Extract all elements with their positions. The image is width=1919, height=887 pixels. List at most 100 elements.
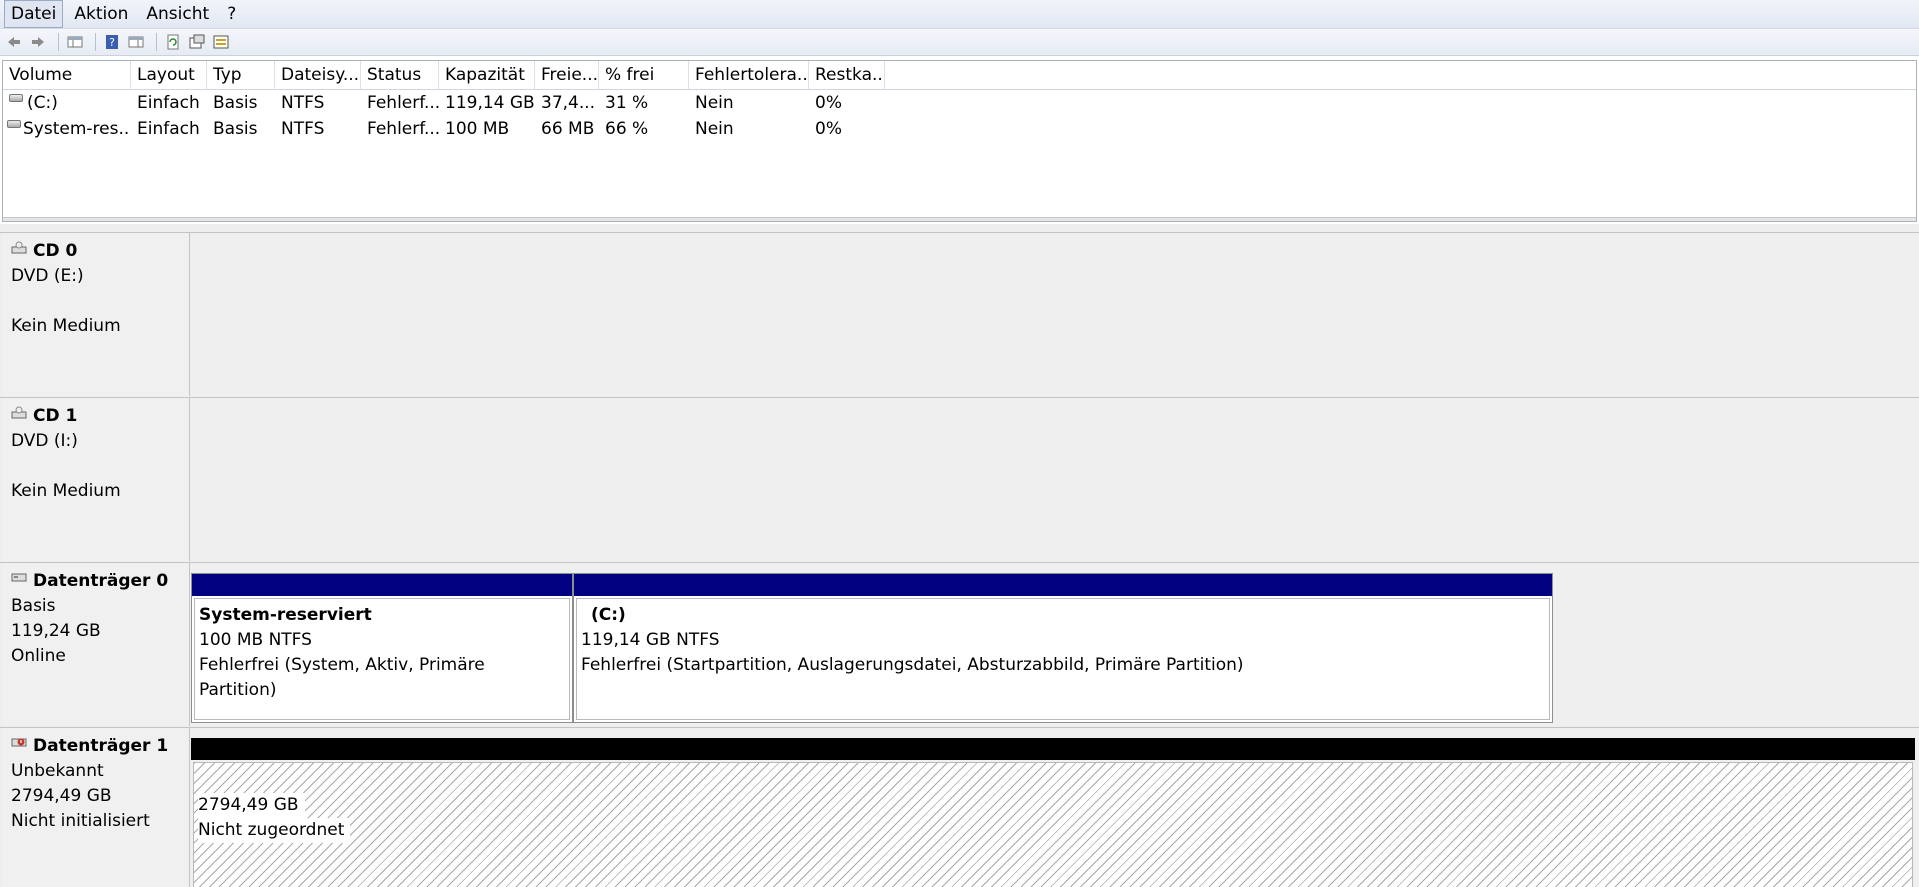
partition-body: (C:) 119,14 GB NTFS Fehlerfrei (Startpar…	[576, 598, 1550, 720]
refresh-icon[interactable]	[163, 32, 183, 52]
col-header-status[interactable]: Status	[361, 61, 439, 90]
table-row[interactable]: System-res... Einfach Basis NTFS Fehlerf…	[3, 116, 1916, 142]
typ-cell: Basis	[213, 93, 258, 113]
unallocated-body: 2794,49 GB Nicht zugeordnet	[193, 762, 1913, 887]
menu-aktion[interactable]: Aktion	[67, 0, 135, 28]
fehlertoleranz-cell: Nein	[695, 93, 734, 113]
disk-area-cd1	[191, 398, 1919, 561]
disk-name: CD 0	[33, 241, 78, 261]
restkapazitaet-cell: 0%	[815, 119, 842, 139]
col-header-layout[interactable]: Layout	[131, 61, 207, 90]
disk-name: Datenträger 1	[33, 736, 169, 756]
disk-size	[11, 289, 189, 314]
rescan-icon[interactable]	[211, 32, 231, 52]
menu-help[interactable]: ?	[220, 0, 243, 28]
status-cell: Fehlerf...	[367, 93, 439, 113]
disk-row-cd0: CD 0 DVD (E:) Kein Medium	[0, 232, 1919, 396]
volume-name: (C:)	[27, 93, 58, 113]
disk-graphic-pane: CD 0 DVD (E:) Kein Medium CD 1 DVD (I:) …	[0, 224, 1919, 887]
properties-icon[interactable]	[187, 32, 207, 52]
show-hide-console-tree-icon[interactable]	[65, 32, 85, 52]
typ-cell: Basis	[213, 119, 258, 139]
hard-disk-icon	[11, 573, 27, 581]
menu-bar: Datei Aktion Ansicht ?	[0, 0, 1919, 29]
volume-list: Volume Layout Typ Dateisy... Status Kapa…	[2, 60, 1917, 222]
disk-warning-icon	[11, 738, 27, 746]
volume-list-header: Volume Layout Typ Dateisy... Status Kapa…	[3, 61, 1916, 90]
toolbar-separator	[156, 33, 157, 51]
menu-datei[interactable]: Datei	[4, 0, 64, 28]
forward-icon[interactable]	[28, 32, 48, 52]
restkapazitaet-cell: 0%	[815, 93, 842, 113]
kapazitaet-cell: 100 MB	[445, 119, 510, 139]
partition-title: System-reserviert	[199, 605, 372, 625]
volume-icon	[7, 120, 21, 128]
disk-area-disk1: 2794,49 GB Nicht zugeordnet	[191, 728, 1919, 887]
unallocated-label: Nicht zugeordnet	[198, 818, 351, 843]
disk-row-disk0: Datenträger 0 Basis 119,24 GB Online Sys…	[0, 562, 1919, 726]
splitter[interactable]	[3, 217, 1916, 221]
disk-label-cd0[interactable]: CD 0 DVD (E:) Kein Medium	[2, 233, 190, 396]
disk-row-disk1: Datenträger 1 Unbekannt 2794,49 GB Nicht…	[0, 727, 1919, 887]
freier-speicher-cell: 66 MB	[541, 119, 595, 139]
disk-name-row: Datenträger 0	[11, 569, 189, 594]
unallocated-space[interactable]: 2794,49 GB Nicht zugeordnet	[191, 738, 1915, 887]
disk-type: DVD (E:)	[11, 266, 84, 286]
table-row[interactable]: (C:) Einfach Basis NTFS Fehlerf... 119,1…	[3, 90, 1916, 116]
col-header-volume[interactable]: Volume	[3, 61, 131, 90]
unallocated-bar	[191, 738, 1915, 760]
cd-drive-icon	[11, 406, 27, 418]
svg-text:?: ?	[109, 36, 115, 49]
disk-type: Basis	[11, 596, 56, 616]
col-header-freier-speicher[interactable]: Freie...	[535, 61, 599, 90]
col-header-kapazitaet[interactable]: Kapazität	[439, 61, 535, 90]
freier-speicher-cell: 37,4...	[541, 93, 596, 113]
disk-label-disk0[interactable]: Datenträger 0 Basis 119,24 GB Online	[2, 563, 190, 726]
disk-name: Datenträger 0	[33, 571, 169, 591]
col-header-dateisystem[interactable]: Dateisy...	[275, 61, 361, 90]
dateisystem-cell: NTFS	[281, 93, 325, 113]
disk-name: CD 1	[33, 406, 78, 426]
partition-c[interactable]: (C:) 119,14 GB NTFS Fehlerfrei (Startpar…	[573, 573, 1553, 723]
unallocated-size: 2794,49 GB	[198, 793, 305, 818]
disk-status: Kein Medium	[11, 481, 121, 501]
prozent-frei-cell: 31 %	[605, 93, 649, 113]
partition-status: Fehlerfrei (Startpartition, Auslagerungs…	[581, 655, 1244, 675]
col-header-restkapazitaet[interactable]: Restka...	[809, 61, 885, 90]
toolbar-separator	[95, 33, 96, 51]
disk-row-cd1: CD 1 DVD (I:) Kein Medium	[0, 397, 1919, 561]
status-cell: Fehlerf...	[367, 119, 439, 139]
disk-size: 119,24 GB	[11, 621, 101, 641]
disk-name-row: CD 0	[11, 239, 189, 264]
col-header-fehlertoleranz[interactable]: Fehlertolera...	[689, 61, 809, 90]
back-icon[interactable]	[4, 32, 24, 52]
disk-size: 2794,49 GB	[11, 786, 112, 806]
disk-status: Kein Medium	[11, 316, 121, 336]
help-icon[interactable]: ?	[102, 32, 122, 52]
cd-drive-icon	[11, 241, 27, 253]
col-header-typ[interactable]: Typ	[207, 61, 275, 90]
volume-cell: System-res...	[3, 116, 131, 142]
properties-pane-icon[interactable]	[126, 32, 146, 52]
partition-status: Fehlerfrei (System, Aktiv, Primäre Parti…	[199, 655, 485, 700]
menu-ansicht[interactable]: Ansicht	[139, 0, 216, 28]
kapazitaet-cell: 119,14 GB	[445, 93, 535, 113]
col-header-prozent-frei[interactable]: % frei	[599, 61, 689, 90]
dateisystem-cell: NTFS	[281, 119, 325, 139]
partition-bar	[574, 574, 1552, 596]
disk-name-row: Datenträger 1	[11, 734, 189, 759]
toolbar-separator	[58, 33, 59, 51]
partition-system-reserviert[interactable]: System-reserviert 100 MB NTFS Fehlerfrei…	[191, 573, 573, 723]
volume-icon	[9, 94, 23, 102]
disk-name-row: CD 1	[11, 404, 189, 429]
disk-label-cd1[interactable]: CD 1 DVD (I:) Kein Medium	[2, 398, 190, 561]
partition-title: (C:)	[591, 605, 626, 625]
fehlertoleranz-cell: Nein	[695, 119, 734, 139]
toolbar: ?	[0, 29, 1919, 56]
disk-label-disk1[interactable]: Datenträger 1 Unbekannt 2794,49 GB Nicht…	[2, 728, 190, 887]
disk-type: Unbekannt	[11, 761, 104, 781]
volume-name: System-res...	[23, 119, 131, 139]
disk-size	[11, 454, 189, 479]
disk-status: Nicht initialisiert	[11, 811, 150, 831]
disk-area-disk0: System-reserviert 100 MB NTFS Fehlerfrei…	[191, 563, 1919, 726]
